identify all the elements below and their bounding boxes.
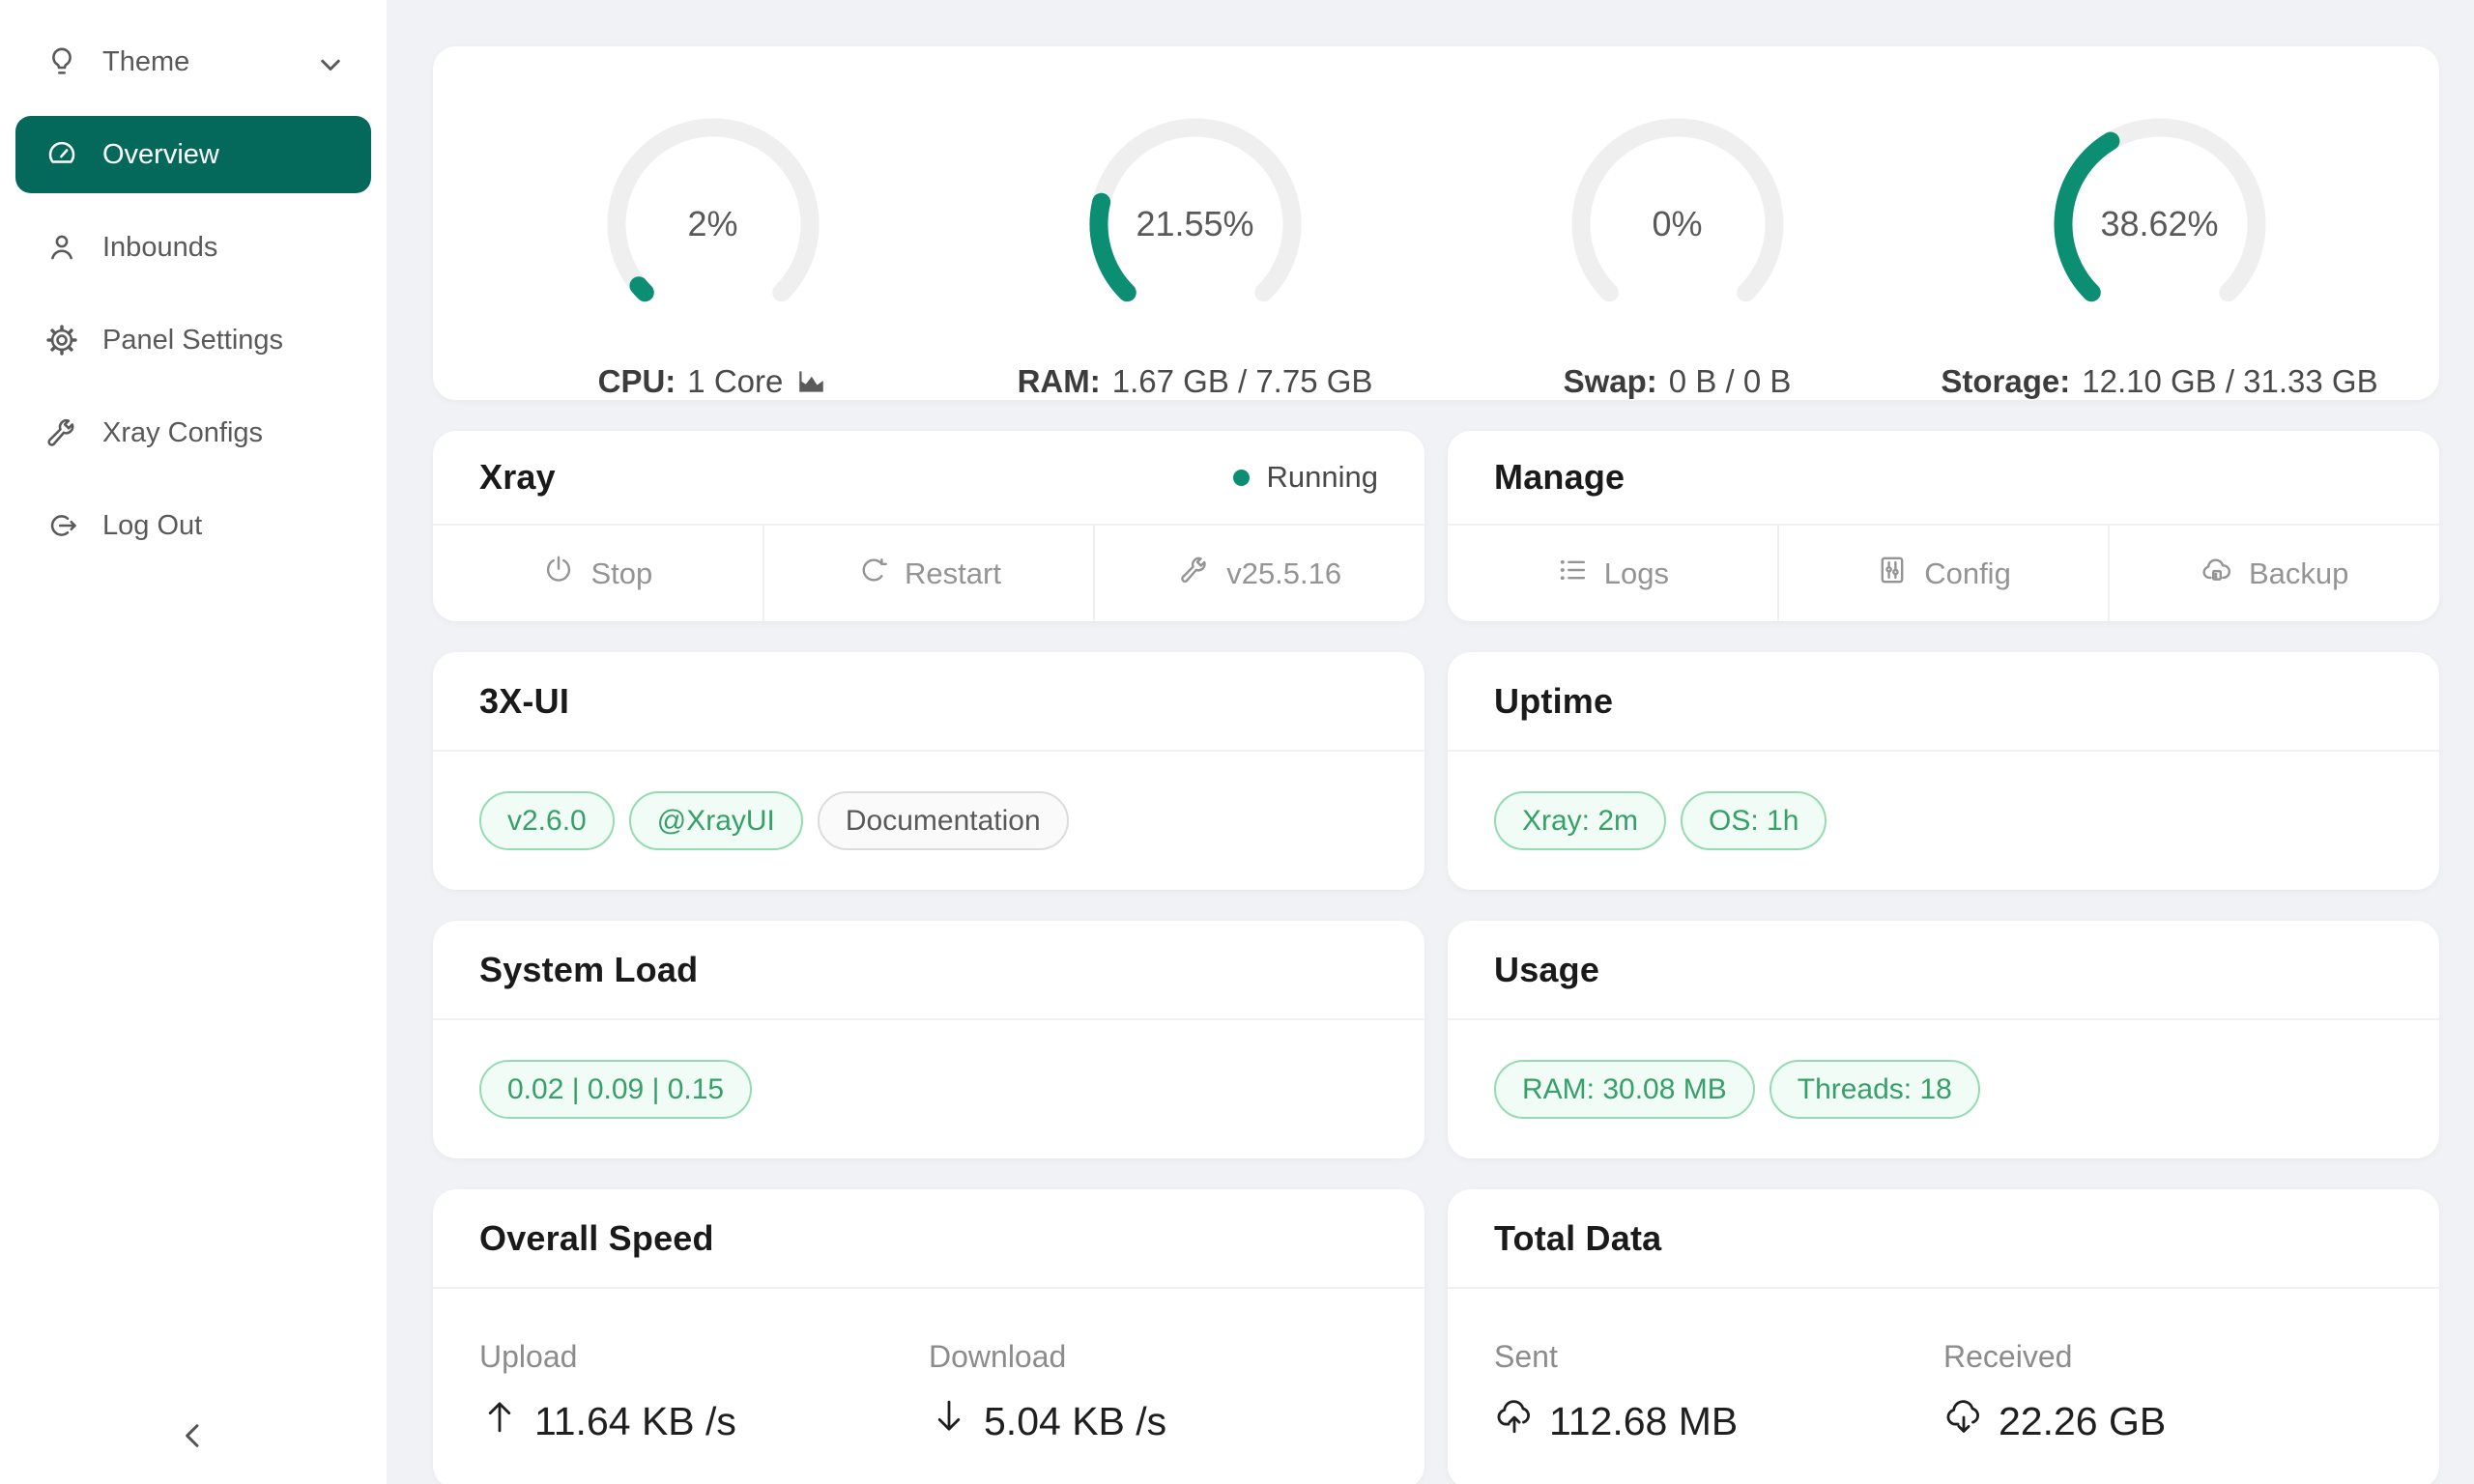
logs-button[interactable]: Logs xyxy=(1448,526,1777,621)
upload-label: Upload xyxy=(479,1339,929,1375)
total-data-card-title: Total Data xyxy=(1494,1218,1661,1259)
logout-icon xyxy=(44,508,79,543)
manage-card-title: Manage xyxy=(1494,457,1625,498)
threads-badge: Threads: 18 xyxy=(1769,1060,1980,1120)
sidebar-item-label: Theme xyxy=(102,46,189,78)
sidebar: Theme Overview Inbounds Panel Settings X… xyxy=(0,0,387,1484)
upload-stat: Upload 11.64 KB /s xyxy=(479,1339,929,1484)
gear-icon xyxy=(44,323,79,357)
xui-card-title: 3X-UI xyxy=(479,681,569,722)
dashboard-gauge-icon xyxy=(44,137,79,172)
system-load-card-title: System Load xyxy=(479,950,698,990)
restart-button[interactable]: Restart xyxy=(762,526,1094,621)
sent-value: 112.68 MB xyxy=(1494,1396,1943,1446)
swap-gauge-percent: 0% xyxy=(1562,108,1794,340)
wrench-icon xyxy=(44,415,79,450)
lightbulb-icon xyxy=(44,44,79,79)
sidebar-item-label: Xray Configs xyxy=(102,417,263,449)
overall-speed-card: Overall Speed Upload 11.64 KB /s Downloa… xyxy=(433,1189,1424,1484)
arrow-up-icon xyxy=(479,1396,520,1446)
list-icon xyxy=(1556,554,1589,594)
xray-card-title: Xray xyxy=(479,457,556,498)
user-icon xyxy=(44,230,79,265)
received-stat: Received 22.26 GB xyxy=(1943,1339,2393,1484)
cloud-download-icon xyxy=(1943,1396,1984,1446)
os-uptime-badge: OS: 1h xyxy=(1681,791,1827,851)
ram-gauge: 21.55% RAM:1.67 GB / 7.75 GB xyxy=(954,108,1436,400)
cloud-server-icon xyxy=(2201,554,2233,594)
arrow-down-icon xyxy=(929,1396,969,1446)
backup-button[interactable]: Backup xyxy=(2108,526,2439,621)
wrench-icon xyxy=(1178,554,1211,594)
storage-gauge-label: Storage:12.10 GB / 31.33 GB xyxy=(1941,363,2377,400)
running-status-label: Running xyxy=(1267,460,1378,495)
manage-card: Manage Logs Config xyxy=(1448,431,2439,621)
ram-gauge-label: RAM:1.67 GB / 7.75 GB xyxy=(1018,363,1373,400)
sidebar-item-panel-settings[interactable]: Panel Settings xyxy=(15,301,371,379)
cloud-upload-icon xyxy=(1494,1396,1535,1446)
sidebar-item-log-out[interactable]: Log Out xyxy=(15,487,371,564)
storage-gauge-percent: 38.62% xyxy=(2044,108,2276,340)
xray-card: Xray Running Stop Restart xyxy=(433,431,1424,621)
stop-button[interactable]: Stop xyxy=(433,526,762,621)
sidebar-item-theme[interactable]: Theme xyxy=(15,23,371,100)
sidebar-item-xray-configs[interactable]: Xray Configs xyxy=(15,394,371,471)
sent-label: Sent xyxy=(1494,1339,1943,1375)
received-value: 22.26 GB xyxy=(1943,1396,2393,1446)
running-status-dot xyxy=(1233,470,1250,486)
config-button[interactable]: Config xyxy=(1777,526,2109,621)
download-label: Download xyxy=(929,1339,1378,1375)
upload-value: 11.64 KB /s xyxy=(479,1396,929,1446)
system-load-card: System Load 0.02 | 0.09 | 0.15 xyxy=(433,921,1424,1158)
chevron-down-icon xyxy=(313,47,342,76)
swap-gauge: 0% Swap:0 B / 0 B xyxy=(1436,108,1918,400)
ram-gauge-percent: 21.55% xyxy=(1079,108,1311,340)
power-icon xyxy=(542,554,575,594)
xui-card: 3X-UI v2.6.0 @XrayUI Documentation xyxy=(433,652,1424,890)
xray-uptime-badge: Xray: 2m xyxy=(1494,791,1666,851)
sidebar-item-label: Overview xyxy=(102,139,219,171)
uptime-card: Uptime Xray: 2m OS: 1h xyxy=(1448,652,2439,890)
uptime-card-title: Uptime xyxy=(1494,681,1613,722)
swap-gauge-label: Swap:0 B / 0 B xyxy=(1564,363,1792,400)
usage-card-title: Usage xyxy=(1494,950,1599,990)
xray-version-button[interactable]: v25.5.16 xyxy=(1093,526,1424,621)
chevron-left-icon xyxy=(175,1417,212,1459)
control-sliders-icon xyxy=(1876,554,1909,594)
system-gauges-card: 2% CPU:1 Core 21.55% RAM:1.67 GB / 7.75 … xyxy=(433,46,2439,400)
sidebar-item-label: Log Out xyxy=(102,510,202,542)
download-stat: Download 5.04 KB /s xyxy=(929,1339,1378,1484)
main-content: 2% CPU:1 Core 21.55% RAM:1.67 GB / 7.75 … xyxy=(387,0,2474,1484)
documentation-badge[interactable]: Documentation xyxy=(818,791,1069,851)
cpu-gauge-label: CPU:1 Core xyxy=(598,363,828,400)
reload-icon xyxy=(856,554,889,594)
xray-status: Running xyxy=(1233,460,1378,495)
area-chart-icon[interactable] xyxy=(794,365,827,398)
usage-card: Usage RAM: 30.08 MB Threads: 18 xyxy=(1448,921,2439,1158)
ram-usage-badge: RAM: 30.08 MB xyxy=(1494,1060,1755,1120)
load-average-badge: 0.02 | 0.09 | 0.15 xyxy=(479,1060,752,1120)
overall-speed-card-title: Overall Speed xyxy=(479,1218,714,1259)
received-label: Received xyxy=(1943,1339,2393,1375)
sidebar-item-label: Panel Settings xyxy=(102,325,283,357)
cpu-gauge: 2% CPU:1 Core xyxy=(472,108,954,400)
xrayui-badge[interactable]: @XrayUI xyxy=(629,791,803,851)
sidebar-collapse-button[interactable] xyxy=(0,1411,387,1465)
version-badge[interactable]: v2.6.0 xyxy=(479,791,615,851)
download-value: 5.04 KB /s xyxy=(929,1396,1378,1446)
cpu-gauge-percent: 2% xyxy=(597,108,829,340)
sidebar-item-label: Inbounds xyxy=(102,232,217,264)
total-data-card: Total Data Sent 112.68 MB Received xyxy=(1448,1189,2439,1484)
storage-gauge: 38.62% Storage:12.10 GB / 31.33 GB xyxy=(1918,108,2401,400)
sent-stat: Sent 112.68 MB xyxy=(1494,1339,1943,1484)
sidebar-item-inbounds[interactable]: Inbounds xyxy=(15,209,371,286)
sidebar-item-overview[interactable]: Overview xyxy=(15,116,371,193)
